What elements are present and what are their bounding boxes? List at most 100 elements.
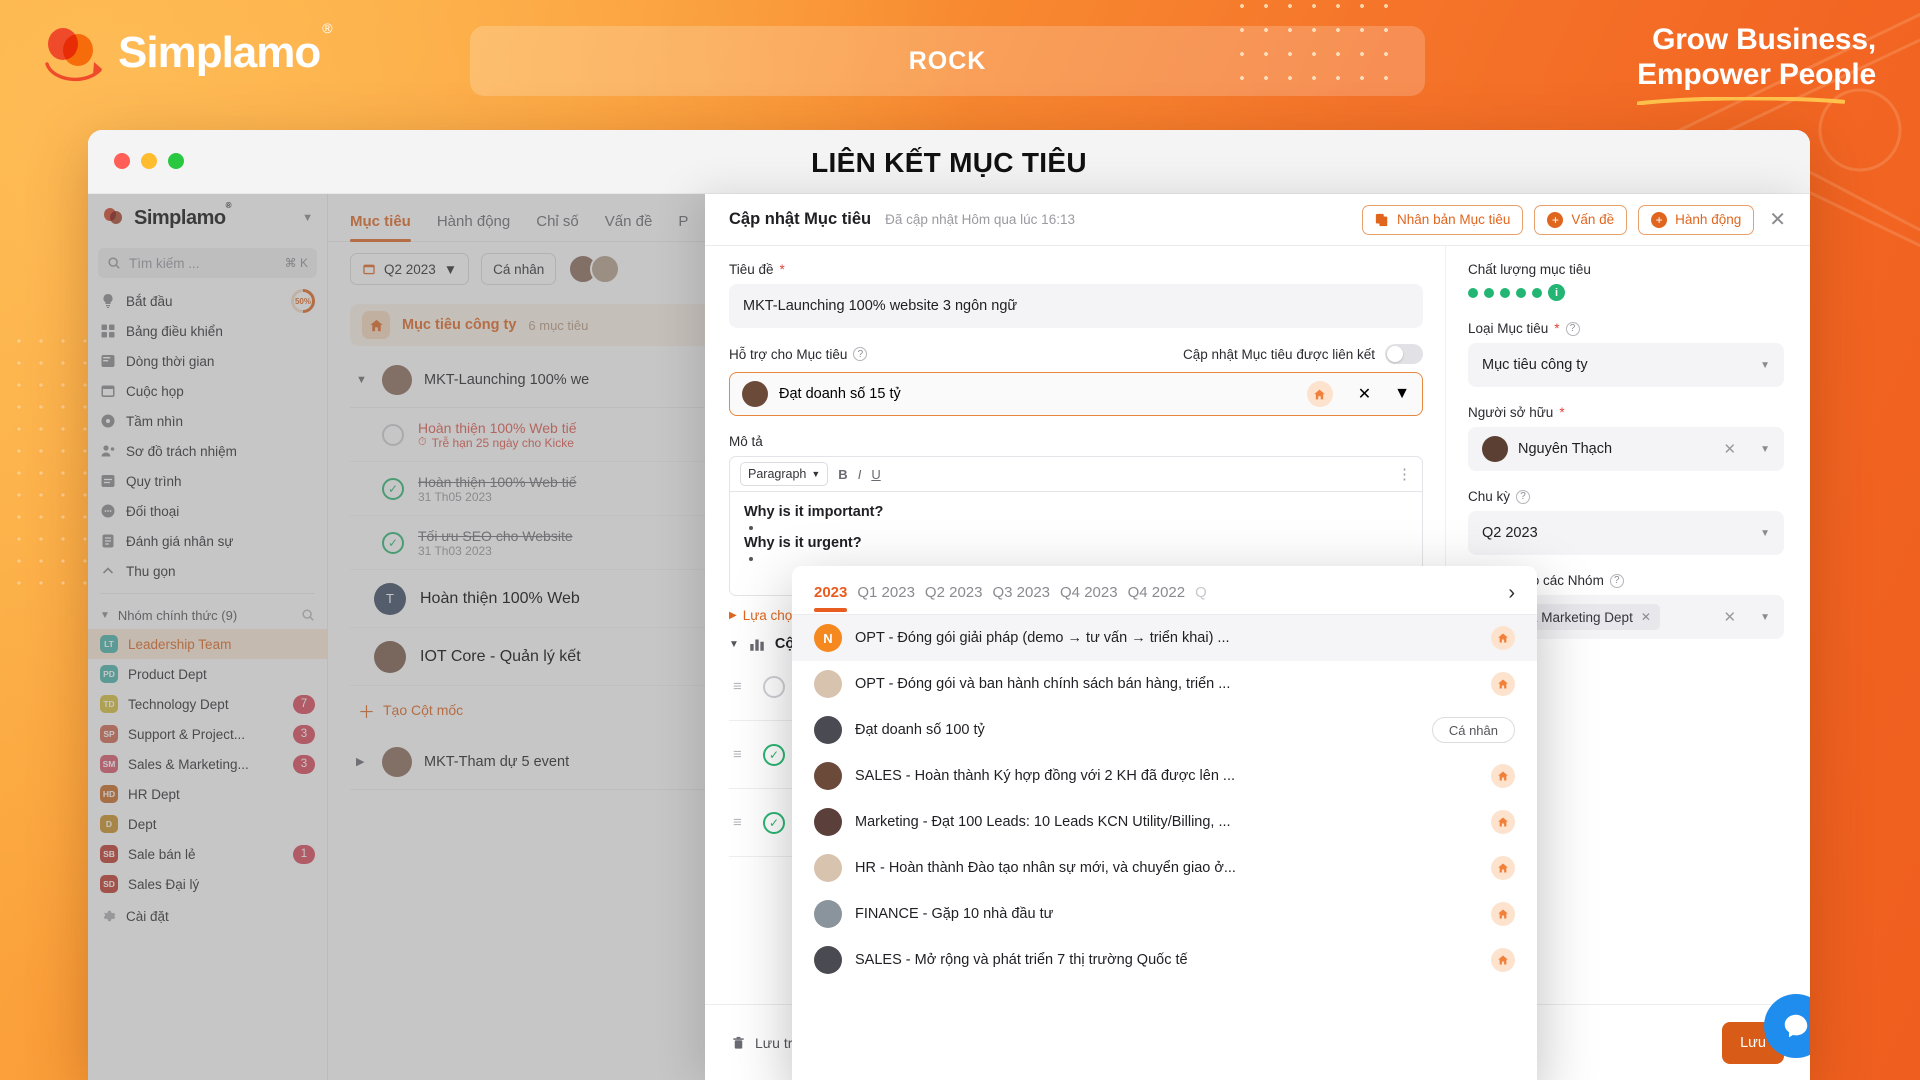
cycle-select[interactable]: Q2 2023 ▼ (1468, 511, 1784, 555)
clear-icon[interactable]: ✕ (1724, 608, 1737, 626)
info-icon[interactable]: i (1548, 284, 1565, 301)
sync-toggle[interactable] (1385, 344, 1423, 364)
drag-handle-icon[interactable]: ≡ (733, 746, 749, 763)
chevron-down-icon[interactable]: ▼ (1760, 612, 1770, 623)
chat-bubble-icon (1784, 1014, 1808, 1038)
search-placeholder: Tìm kiếm ... (129, 255, 200, 271)
sidebar-team-4[interactable]: SM Sales & Marketing... 3 (88, 749, 327, 779)
cycle-label: Chu kỳ? (1468, 489, 1784, 504)
scope-selector[interactable]: Cá nhân (481, 253, 557, 285)
bold-icon[interactable]: B (838, 467, 847, 482)
support-goal-label: Hỗ trợ cho Mục tiêu? (729, 347, 868, 362)
sync-toggle-label: Cập nhật Mục tiêu được liên kết (1183, 346, 1375, 362)
chevron-right-icon[interactable]: ▶ (356, 755, 370, 768)
status-circle-icon[interactable] (763, 675, 785, 698)
sidebar-team-5[interactable]: HD HR Dept (88, 779, 327, 809)
dropdown-tab-4[interactable]: Q4 2023 (1060, 584, 1118, 612)
sidebar-item-8[interactable]: Đánh giá nhân sự (88, 526, 327, 556)
owner-select[interactable]: Nguyên Thạch ✕ ▼ (1468, 427, 1784, 471)
remove-tag-icon[interactable]: ✕ (1641, 610, 1651, 624)
chevron-right-icon[interactable]: › (1508, 582, 1515, 614)
member-avatars[interactable] (568, 254, 621, 284)
drag-handle-icon[interactable]: ≡ (733, 678, 749, 695)
drag-handle-icon[interactable]: ≡ (733, 814, 749, 831)
dropdown-option-6[interactable]: FINANCE - Gặp 10 nhà đầu tư (792, 891, 1537, 937)
sidebar-team-label: Technology Dept (128, 696, 229, 712)
dropdown-option-7[interactable]: SALES - Mở rộng và phát triển 7 thị trườ… (792, 937, 1537, 983)
description-bullet (764, 520, 1408, 535)
group-search-icon[interactable] (301, 608, 315, 622)
sidebar-team-7[interactable]: SB Sale bán lẻ 1 (88, 839, 327, 869)
sidebar-item-settings[interactable]: Cài đặt (88, 901, 327, 931)
dropdown-option-2[interactable]: Đạt doanh số 100 tỷ Cá nhân (792, 707, 1537, 753)
status-check-icon[interactable]: ✓ (382, 531, 404, 554)
avatar[interactable] (590, 254, 621, 284)
bulb-icon (100, 293, 116, 309)
help-icon[interactable]: ? (1565, 321, 1580, 336)
clear-icon[interactable]: ✕ (1358, 384, 1371, 404)
sidebar-item-5[interactable]: Sơ đồ trách nhiệm (88, 436, 327, 466)
sidebar-team-2[interactable]: TD Technology Dept 7 (88, 689, 327, 719)
dropdown-option-5[interactable]: HR - Hoàn thành Đào tạo nhân sự mới, và … (792, 845, 1537, 891)
search-input[interactable]: Tìm kiếm ... ⌘ K (98, 248, 317, 278)
dropdown-tab-0[interactable]: 2023 (814, 584, 848, 612)
quarter-selector[interactable]: Q2 2023 ▼ (350, 253, 470, 285)
dropdown-option-0[interactable]: N OPT - Đóng gói giải pháp (demo → tư vấn… (792, 615, 1537, 661)
status-circle-icon[interactable] (382, 423, 404, 446)
paragraph-style-select[interactable]: Paragraph ▼ (740, 462, 829, 486)
tab-2[interactable]: Chỉ số (536, 213, 579, 241)
title-input[interactable]: MKT-Launching 100% website 3 ngôn ngữ (729, 284, 1423, 328)
sidebar-item-6[interactable]: Quy trình (88, 466, 327, 496)
dropdown-option-1[interactable]: OPT - Đóng gói và ban hành chính sách bá… (792, 661, 1537, 707)
sidebar-team-label: HR Dept (128, 786, 180, 802)
tab-4[interactable]: P (678, 213, 688, 241)
sidebar-team-0[interactable]: LT Leadership Team (88, 629, 327, 659)
dropdown-tab-3[interactable]: Q3 2023 (992, 584, 1050, 612)
chevron-down-icon[interactable]: ▼ (302, 212, 313, 224)
sidebar-team-6[interactable]: D Dept (88, 809, 327, 839)
sidebar-item-1[interactable]: Bảng điều khiển (88, 316, 327, 346)
sidebar-brand[interactable]: Simplamo® ▼ (88, 194, 327, 242)
sidebar-item-0[interactable]: Bắt đầu 50% (88, 286, 327, 316)
tab-1[interactable]: Hành động (437, 213, 510, 241)
sidebar-item-3[interactable]: Cuộc họp (88, 376, 327, 406)
tab-3[interactable]: Vấn đề (605, 213, 653, 241)
sidebar-item-2[interactable]: Dòng thời gian (88, 346, 327, 376)
sidebar-item-label: Tầm nhìn (126, 413, 184, 429)
sidebar-item-4[interactable]: Tầm nhìn (88, 406, 327, 436)
sidebar-team-8[interactable]: SD Sales Đại lý (88, 869, 327, 899)
more-options-icon[interactable]: ⋮ (1397, 465, 1412, 483)
underline-icon[interactable]: U (871, 467, 880, 482)
dropdown-tab-1[interactable]: Q1 2023 (857, 584, 915, 612)
chevron-down-icon[interactable]: ▼ (1760, 444, 1770, 455)
dropdown-tab-2[interactable]: Q2 2023 (925, 584, 983, 612)
sidebar-team-3[interactable]: SP Support & Project... 3 (88, 719, 327, 749)
editor-toolbar[interactable]: Paragraph ▼ B I U ⋮ (729, 456, 1423, 492)
dropdown-option-4[interactable]: Marketing - Đạt 100 Leads: 10 Leads KCN … (792, 799, 1537, 845)
status-check-icon[interactable]: ✓ (763, 811, 785, 834)
close-icon[interactable]: ✕ (1769, 207, 1786, 232)
help-icon[interactable]: ? (853, 347, 868, 361)
clear-icon[interactable]: ✕ (1724, 440, 1737, 458)
goal-type-select[interactable]: Mục tiêu công ty ▼ (1468, 343, 1784, 387)
chevron-down-icon[interactable]: ▼ (1394, 385, 1410, 403)
duplicate-goal-button[interactable]: Nhân bản Mục tiêu (1362, 204, 1524, 235)
sidebar-item-7[interactable]: Đối thoại (88, 496, 327, 526)
support-goal-select[interactable]: Đạt doanh số 15 tỷ ✕ ▼ (729, 372, 1423, 416)
option-tag: Cá nhân (1431, 717, 1515, 743)
tab-0[interactable]: Mục tiêu (350, 213, 411, 242)
help-icon[interactable]: ? (1516, 489, 1531, 504)
dropdown-tab-5[interactable]: Q4 2022 (1128, 584, 1186, 612)
sidebar-group-header[interactable]: ▼ Nhóm chính thức (9) (88, 601, 327, 629)
quarter-value: Q2 2023 (384, 261, 436, 277)
add-action-button[interactable]: + Hành động (1638, 204, 1755, 235)
dropdown-option-3[interactable]: SALES - Hoàn thành Ký hợp đồng với 2 KH … (792, 753, 1537, 799)
sidebar-item-9[interactable]: Thu gọn (88, 556, 327, 586)
chevron-down-icon[interactable]: ▼ (356, 374, 370, 386)
add-issue-button[interactable]: + Vấn đề (1534, 204, 1628, 235)
status-check-icon[interactable]: ✓ (382, 477, 404, 500)
help-icon[interactable]: ? (1609, 573, 1624, 588)
status-check-icon[interactable]: ✓ (763, 743, 785, 766)
italic-icon[interactable]: I (858, 467, 862, 482)
sidebar-team-1[interactable]: PD Product Dept (88, 659, 327, 689)
